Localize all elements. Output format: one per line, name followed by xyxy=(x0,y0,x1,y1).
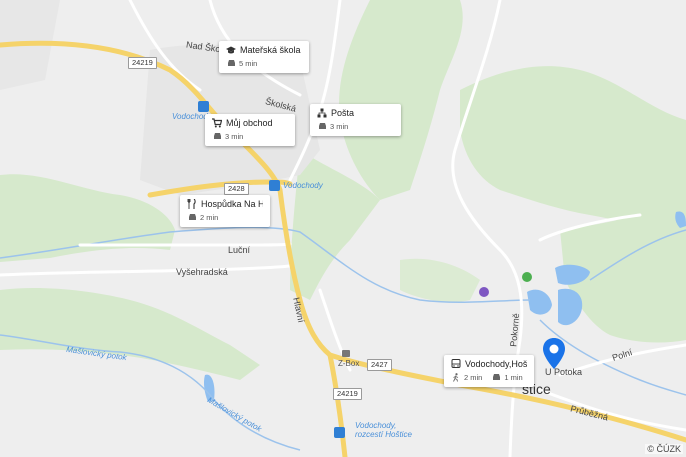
parcel-box-icon[interactable] xyxy=(342,350,350,357)
poi-card-time: 5 min xyxy=(239,58,258,68)
map-view[interactable]: 24219 2428 2427 24219 Nad Škol Školská L… xyxy=(0,0,686,457)
car-icon xyxy=(491,372,501,382)
street-label: Vyšehradská xyxy=(176,267,228,277)
restaurant-icon xyxy=(187,199,197,209)
school-icon xyxy=(226,45,236,55)
post-office-icon xyxy=(317,108,327,118)
road-number-shield: 2427 xyxy=(367,359,392,371)
poi-card-car-time: 1 min xyxy=(504,372,523,382)
poi-card-time: 3 min xyxy=(330,121,349,131)
poi-label: Z-Box xyxy=(338,359,360,368)
park-icon[interactable] xyxy=(522,272,532,282)
shop-cart-icon xyxy=(212,118,222,128)
bus-stop-label: Vodochod xyxy=(172,112,208,121)
street-label: Luční xyxy=(228,245,251,255)
poi-card-posta[interactable]: Pošta 3 min xyxy=(310,104,401,136)
car-icon xyxy=(212,131,222,141)
walk-icon xyxy=(451,372,461,382)
playground-icon[interactable] xyxy=(479,287,489,297)
bus-stop-icon[interactable] xyxy=(198,101,209,112)
poi-card-muj-obchod[interactable]: Můj obchod 3 min xyxy=(205,114,295,146)
location-pin-icon[interactable] xyxy=(542,338,566,370)
bus-stop-label: Vodochody xyxy=(283,181,323,190)
poi-card-title: Mateřská škola M... xyxy=(240,45,302,55)
map-copyright: © ČÚZK xyxy=(645,444,683,454)
poi-card-materska-skola[interactable]: Mateřská škola M... 5 min xyxy=(219,41,309,73)
car-icon xyxy=(317,121,327,131)
car-icon xyxy=(187,212,197,222)
poi-card-vodochody-hostice[interactable]: Vodochody,Hoštice 2 min 1 min xyxy=(444,355,534,387)
bus-icon xyxy=(451,359,461,369)
car-icon xyxy=(226,58,236,68)
poi-card-walk-time: 2 min xyxy=(464,372,483,382)
poi-card-title: Pošta xyxy=(331,108,355,118)
poi-card-title: Vodochody,Hoštice xyxy=(465,359,527,369)
poi-card-time: 3 min xyxy=(225,131,244,141)
bus-stop-label: Vodochody, rozcestí Hoštice xyxy=(355,421,412,439)
road-number-shield: 2428 xyxy=(224,183,249,195)
road-number-shield: 24219 xyxy=(333,388,362,400)
poi-card-time: 2 min xyxy=(200,212,219,222)
poi-card-title: Hospůdka Na Hřišti xyxy=(201,199,263,209)
bus-stop-icon[interactable] xyxy=(269,180,280,191)
poi-card-title: Můj obchod xyxy=(226,118,273,128)
road-number-shield: 24219 xyxy=(128,57,157,69)
poi-card-hospudka[interactable]: Hospůdka Na Hřišti 2 min xyxy=(180,195,270,227)
bus-stop-icon[interactable] xyxy=(334,427,345,438)
